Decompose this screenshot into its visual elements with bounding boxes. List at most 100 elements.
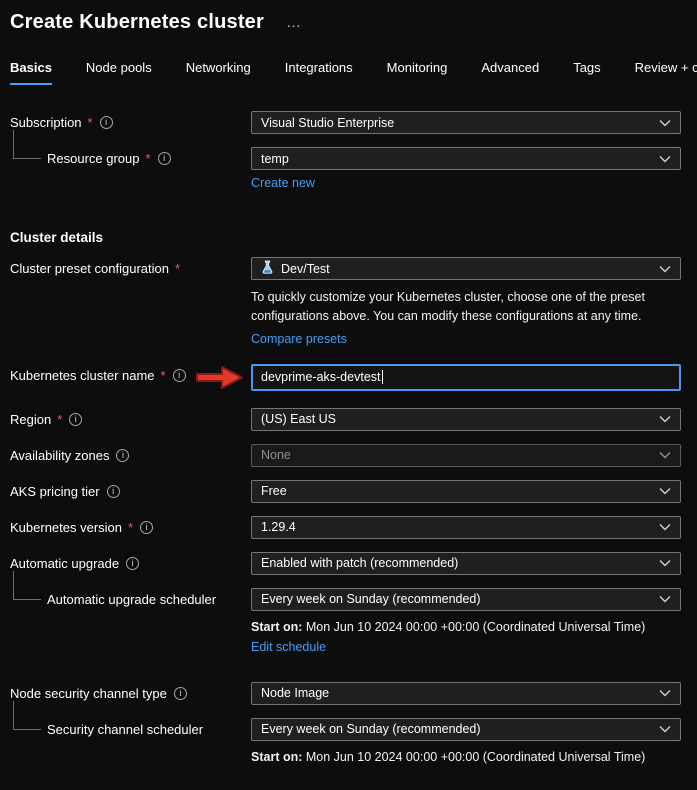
subscription-select[interactable]: Visual Studio Enterprise xyxy=(251,111,681,134)
chevron-down-icon xyxy=(659,155,671,163)
selected-value: temp xyxy=(261,151,289,166)
row-pricing-tier: AKS pricing tier i Free xyxy=(10,479,697,503)
label-text: Resource group xyxy=(47,151,140,166)
info-icon[interactable]: i xyxy=(126,556,140,570)
row-resource-group: Resource group * i temp Create new xyxy=(10,130,697,192)
cluster-name-input[interactable]: devprime-aks-devtest xyxy=(251,363,681,391)
create-new-link[interactable]: Create new xyxy=(251,176,315,190)
required-asterisk: * xyxy=(87,115,93,130)
row-cluster-name: Kubernetes cluster name * i devprime-aks-… xyxy=(10,363,697,391)
row-kubernetes-version: Kubernetes version * i 1.29.4 xyxy=(10,515,697,539)
label-text: Cluster preset configuration xyxy=(10,261,169,276)
label-text: AKS pricing tier xyxy=(10,483,100,499)
selected-value: 1.29.4 xyxy=(261,520,296,534)
tab-advanced[interactable]: Advanced xyxy=(481,60,539,85)
text-caret xyxy=(381,370,383,384)
cluster-preset-select[interactable]: Dev/Test xyxy=(251,257,681,280)
automatic-upgrade-label: Automatic upgrade i xyxy=(10,552,251,575)
region-label: Region * i xyxy=(10,408,251,431)
compare-presets-link[interactable]: Compare presets xyxy=(251,332,347,346)
page-title: Create Kubernetes cluster xyxy=(10,11,264,33)
info-icon[interactable]: i xyxy=(116,448,130,462)
tab-review-create[interactable]: Review + create xyxy=(635,60,697,85)
info-icon[interactable]: i xyxy=(69,412,83,426)
label-text: Availability zones xyxy=(10,447,110,463)
label-text: Region xyxy=(10,411,52,427)
preset-description: To quickly customize your Kubernetes clu… xyxy=(251,290,645,323)
availability-zones-label: Availability zones i xyxy=(10,444,251,467)
security-scheduler-label: Security channel scheduler xyxy=(10,700,251,741)
selected-value: Dev/Test xyxy=(281,261,330,276)
required-asterisk: * xyxy=(160,367,166,383)
info-icon[interactable]: i xyxy=(157,152,171,165)
start-on-value: Mon Jun 10 2024 00:00 +00:00 (Coordinate… xyxy=(302,619,646,634)
info-icon[interactable]: i xyxy=(173,686,187,700)
row-region: Region * i (US) East US xyxy=(10,407,697,431)
start-on-label: Start on: xyxy=(251,749,303,764)
tab-bar: Basics Node pools Networking Integration… xyxy=(10,60,697,85)
label-text: Node security channel type xyxy=(10,685,167,701)
upgrade-scheduler-select[interactable]: Every week on Sunday (recommended) xyxy=(251,587,681,611)
pricing-tier-label: AKS pricing tier i xyxy=(10,480,251,503)
required-asterisk: * xyxy=(128,519,134,535)
upgrade-scheduler-label: Automatic upgrade scheduler xyxy=(10,570,251,611)
row-cluster-preset: Cluster preset configuration * Dev/Test T… xyxy=(10,257,697,348)
selected-value: Enabled with patch (recommended) xyxy=(261,556,459,570)
required-asterisk: * xyxy=(174,261,181,276)
row-security-channel: Node security channel type i Node Image xyxy=(10,681,697,705)
info-icon[interactable]: i xyxy=(172,368,186,382)
security-channel-label: Node security channel type i xyxy=(10,682,251,705)
row-availability-zones: Availability zones i None xyxy=(10,443,697,467)
edit-schedule-link[interactable]: Edit schedule xyxy=(251,640,326,654)
tab-monitoring[interactable]: Monitoring xyxy=(387,60,448,85)
label-text: Automatic upgrade scheduler xyxy=(47,591,217,607)
tab-networking[interactable]: Networking xyxy=(186,60,251,85)
chevron-down-icon xyxy=(659,689,671,697)
chevron-down-icon xyxy=(659,119,671,127)
selected-value: Free xyxy=(261,484,287,498)
upgrade-start-on: Start on: Mon Jun 10 2024 00:00 +00:00 (… xyxy=(251,620,681,634)
kubernetes-version-select[interactable]: 1.29.4 xyxy=(251,515,681,539)
tab-integrations[interactable]: Integrations xyxy=(285,60,353,85)
info-icon[interactable]: i xyxy=(99,116,113,129)
automatic-upgrade-select[interactable]: Enabled with patch (recommended) xyxy=(251,551,681,575)
page-header: Create Kubernetes cluster … xyxy=(10,8,697,36)
row-upgrade-scheduler: Automatic upgrade scheduler Every week o… xyxy=(10,570,697,656)
section-heading-cluster-details: Cluster details xyxy=(10,230,104,245)
pricing-tier-select[interactable]: Free xyxy=(251,479,681,503)
label-text: Automatic upgrade xyxy=(10,555,120,571)
selected-value: Node Image xyxy=(261,686,330,700)
row-subscription: Subscription * i Visual Studio Enterprise xyxy=(10,111,697,134)
security-scheduler-select[interactable]: Every week on Sunday (recommended) xyxy=(251,717,681,741)
selected-value: (US) East US xyxy=(261,412,337,426)
tab-node-pools[interactable]: Node pools xyxy=(86,60,152,85)
chevron-down-icon xyxy=(659,523,671,531)
info-icon[interactable]: i xyxy=(140,520,154,534)
label-text: Kubernetes version xyxy=(10,519,123,535)
row-automatic-upgrade: Automatic upgrade i Enabled with patch (… xyxy=(10,551,697,575)
devtest-flask-icon xyxy=(261,260,274,277)
security-channel-select[interactable]: Node Image xyxy=(251,681,681,705)
required-asterisk: * xyxy=(145,151,151,166)
chevron-down-icon xyxy=(659,451,671,459)
chevron-down-icon xyxy=(659,725,671,733)
selected-value: None xyxy=(261,448,291,462)
tab-basics[interactable]: Basics xyxy=(10,60,52,85)
start-on-label: Start on: xyxy=(251,619,303,634)
input-text: devprime-aks-devtest xyxy=(261,370,381,384)
resource-group-select[interactable]: temp xyxy=(251,147,681,170)
chevron-down-icon xyxy=(659,559,671,567)
required-asterisk: * xyxy=(57,411,63,427)
kubernetes-version-label: Kubernetes version * i xyxy=(10,516,251,539)
cluster-preset-label: Cluster preset configuration * xyxy=(10,257,251,280)
info-icon[interactable]: i xyxy=(106,484,120,498)
selected-value: Every week on Sunday (recommended) xyxy=(261,722,481,736)
selected-value: Every week on Sunday (recommended) xyxy=(261,592,481,606)
region-select[interactable]: (US) East US xyxy=(251,407,681,431)
tab-tags[interactable]: Tags xyxy=(573,60,600,85)
chevron-down-icon xyxy=(659,487,671,495)
basics-form: Subscription * i Visual Studio Enterprise… xyxy=(10,111,697,764)
more-options-button[interactable]: … xyxy=(282,14,307,31)
start-on-value: Mon Jun 10 2024 00:00 +00:00 (Coordinate… xyxy=(302,749,646,764)
subscription-label: Subscription * i xyxy=(10,111,251,134)
